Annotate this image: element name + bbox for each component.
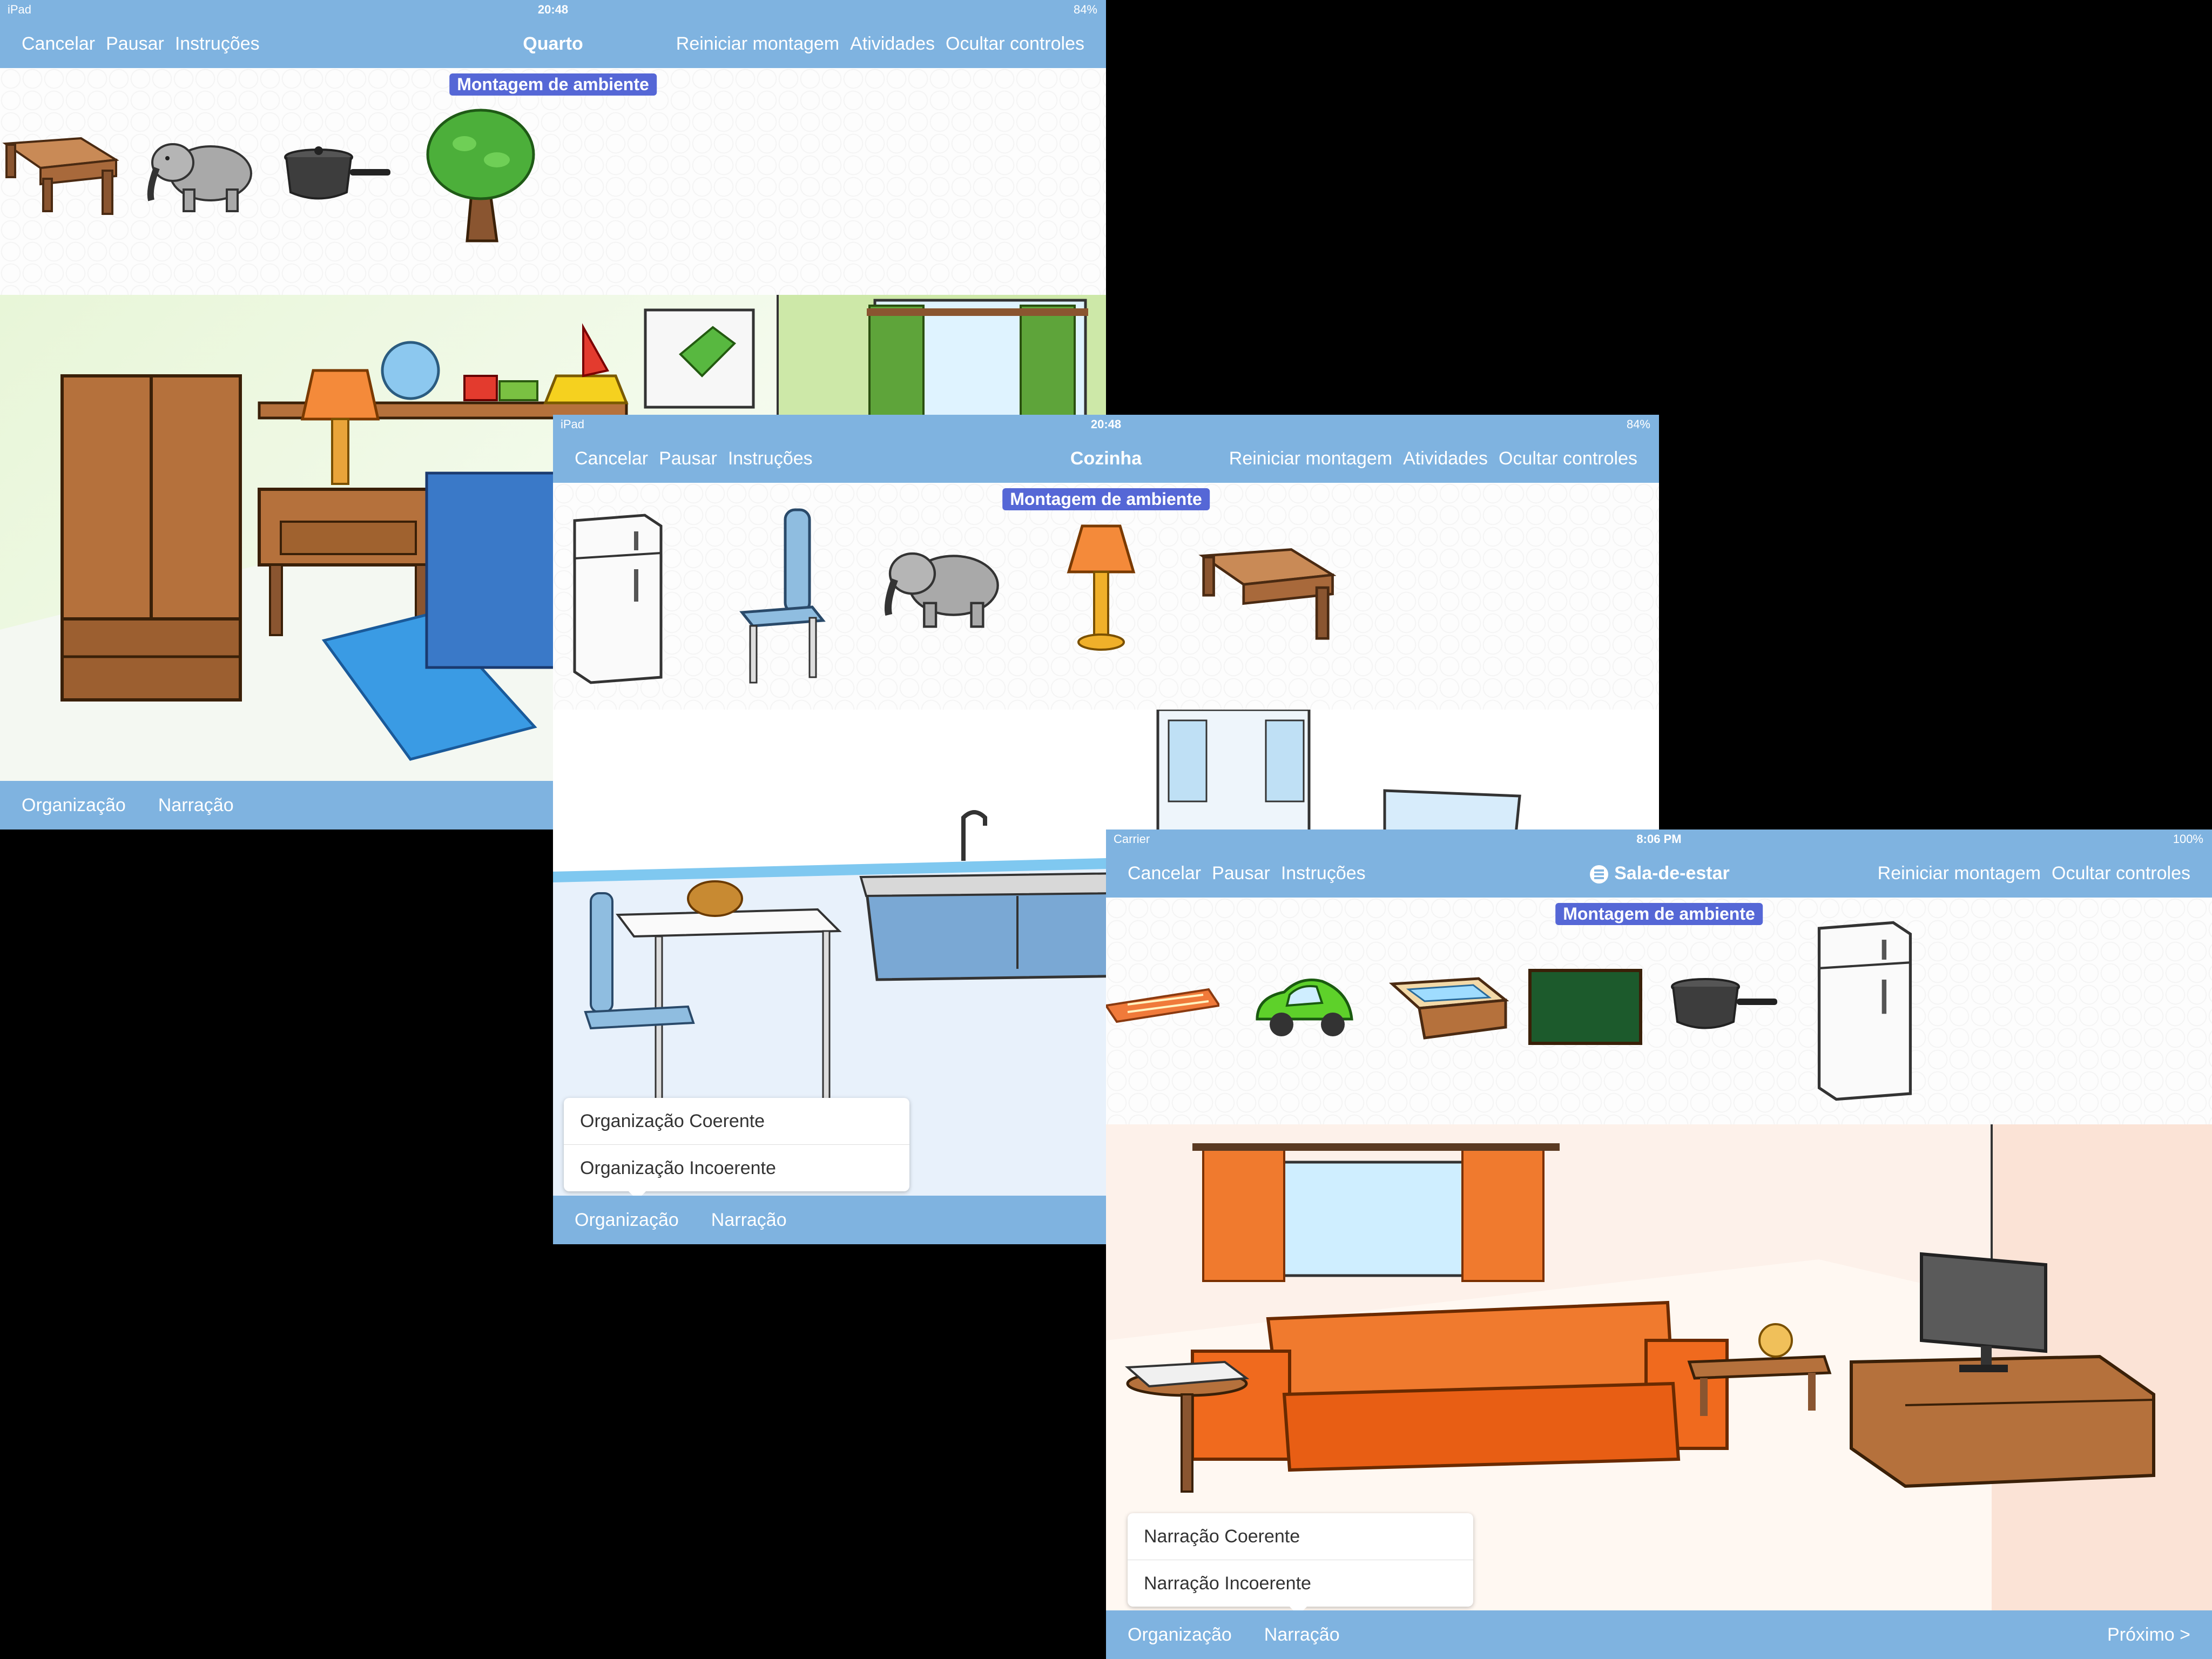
restart-button[interactable]: Reiniciar montagem	[1878, 863, 2041, 884]
fridge-icon[interactable]	[569, 510, 666, 688]
narration-incoherent-option[interactable]: Narração Incoerente	[1128, 1560, 1473, 1607]
bottom-bar: Organização Narração Próximo >	[1106, 1610, 2212, 1659]
tree-icon[interactable]	[421, 106, 540, 246]
pot-icon[interactable]	[281, 141, 394, 206]
narration-button[interactable]: Narração	[158, 795, 234, 816]
toy-car-icon[interactable]	[1246, 965, 1360, 1051]
rug-icon[interactable]	[1106, 984, 1219, 1027]
chalkboard-icon[interactable]	[1527, 968, 1646, 1049]
organization-coherent-option[interactable]: Organização Coerente	[564, 1098, 909, 1144]
item-palette: Montagem de ambiente	[553, 483, 1659, 710]
narration-button[interactable]: Narração	[1264, 1624, 1340, 1645]
item-palette: Montagem de ambiente	[0, 68, 1106, 295]
nav-bar: Cancelar Pausar Instruções Quarto Reinic…	[0, 19, 1106, 68]
desk-icon[interactable]	[0, 127, 119, 219]
organization-incoherent-option[interactable]: Organização Incoerente	[564, 1144, 909, 1191]
organization-button[interactable]: Organização	[575, 1210, 679, 1231]
pot-icon[interactable]	[1668, 970, 1781, 1035]
restart-button[interactable]: Reiniciar montagem	[1229, 448, 1392, 469]
screen-sala-de-estar: Carrier 8:06 PM 100% Cancelar Pausar Ins…	[1106, 830, 2212, 1659]
chair-icon[interactable]	[737, 504, 828, 688]
mode-badge: Montagem de ambiente	[1002, 488, 1210, 510]
narration-popup: Narração Coerente Narração Incoerente	[1128, 1513, 1473, 1615]
organization-button[interactable]: Organização	[22, 795, 126, 816]
mode-badge: Montagem de ambiente	[1555, 903, 1763, 925]
status-time: 8:06 PM	[1636, 832, 1682, 846]
narration-coherent-option[interactable]: Narração Coerente	[1128, 1513, 1473, 1560]
page-title-text: Sala-de-estar	[1614, 863, 1730, 884]
battery-level: 84%	[1073, 3, 1097, 16]
organization-popup: Organização Coerente Organização Incoere…	[564, 1098, 909, 1200]
nav-bar: Cancelar Pausar Instruções Sala-de-estar…	[1106, 849, 2212, 898]
narration-button[interactable]: Narração	[711, 1210, 787, 1231]
hide-controls-button[interactable]: Ocultar controles	[1499, 448, 1637, 469]
status-bar: Carrier 8:06 PM 100%	[1106, 830, 2212, 849]
next-button[interactable]: Próximo >	[2107, 1624, 2190, 1645]
hide-controls-button[interactable]: Ocultar controles	[2052, 863, 2190, 884]
mode-badge: Montagem de ambiente	[449, 73, 657, 96]
item-palette: Montagem de ambiente	[1106, 898, 2212, 1124]
elephant-icon[interactable]	[140, 130, 259, 217]
status-bar: iPad 20:48 84%	[0, 0, 1106, 19]
hide-controls-button[interactable]: Ocultar controles	[946, 33, 1084, 55]
desk-icon[interactable]	[1196, 537, 1336, 645]
fridge-icon[interactable]	[1813, 914, 1916, 1108]
elephant-icon[interactable]	[877, 537, 1007, 634]
status-time: 20:48	[1090, 417, 1122, 431]
activities-button[interactable]: Atividades	[1403, 448, 1488, 469]
lamp-icon[interactable]	[1061, 521, 1142, 656]
battery-level: 100%	[2173, 832, 2203, 846]
organization-button[interactable]: Organização	[1128, 1624, 1232, 1645]
restart-button[interactable]: Reiniciar montagem	[676, 33, 839, 55]
table-icon[interactable]	[1387, 968, 1511, 1049]
activities-button[interactable]: Atividades	[850, 33, 935, 55]
battery-level: 84%	[1626, 417, 1650, 431]
status-bar: iPad 20:48 84%	[553, 415, 1659, 434]
status-time: 20:48	[537, 3, 569, 16]
room-icon	[1590, 865, 1609, 884]
nav-bar: Cancelar Pausar Instruções Cozinha Reini…	[553, 434, 1659, 483]
